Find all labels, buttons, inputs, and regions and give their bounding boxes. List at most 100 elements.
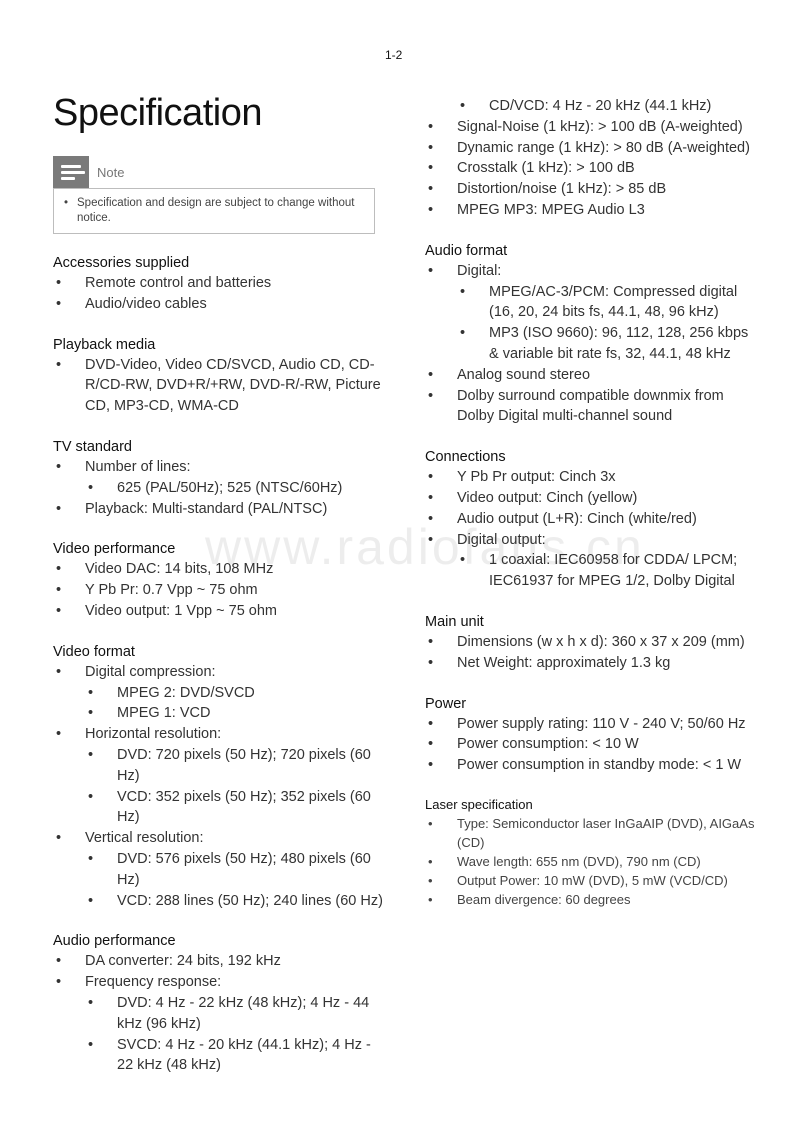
spec-section-audio-performance: Audio performance • DA converter: 24 bits,…: [53, 931, 383, 1076]
bullet: •: [56, 582, 62, 599]
note-box: • Specification and design are subject t…: [53, 188, 375, 234]
bullet: •: [88, 479, 94, 496]
section-title: Power: [425, 695, 467, 712]
section-title: Laser specification: [425, 796, 533, 812]
spec-item-text: Playback: Multi-standard (PAL/NTSC): [85, 500, 328, 517]
spec-item: • Audio/video cables: [53, 294, 383, 315]
bullet: •: [56, 458, 62, 475]
spec-section-connections: Connections • Y Pb Pr output: Cinch 3x • Vid…: [425, 447, 755, 592]
bullet: •: [428, 815, 433, 831]
spec-item-text: Type: Semiconductor laser InGaAIP (DVD),…: [457, 815, 755, 850]
spec-item-text: Digital compression:: [85, 663, 216, 680]
bullet: •: [56, 953, 62, 970]
spec-item: • Digital compression:: [53, 662, 383, 683]
bullet: •: [428, 736, 434, 753]
spec-section-audio-format: Audio format • Digital: • MPEG/AC-3/PCM: Com…: [425, 241, 755, 427]
bullet: •: [56, 830, 62, 847]
spec-item: • Wave length: 655 nm (DVD), 790 nm (CD): [425, 852, 755, 871]
spec-item-text: Video DAC: 14 bits, 108 MHz: [85, 561, 274, 578]
spec-subitem: • 625 (PAL/50Hz); 525 (NTSC/60Hz): [53, 478, 383, 499]
bullet: •: [428, 181, 434, 198]
spec-item: • Video DAC: 14 bits, 108 MHz: [53, 559, 383, 580]
bullet: •: [88, 892, 94, 909]
spec-subitem-text: DVD: 720 pixels (50 Hz); 720 pixels (60 …: [117, 746, 371, 784]
spec-subitem-text: DVD: 4 Hz - 22 kHz (48 kHz); 4 Hz - 44 k…: [117, 994, 370, 1032]
spec-subitem: • VCD: 288 lines (50 Hz); 240 lines (60 H…: [53, 891, 383, 912]
bullet: •: [56, 726, 62, 743]
spec-item: • Vertical resolution:: [53, 828, 383, 849]
spec-item: • DVD-Video, Video CD/SVCD, Audio CD, CD-…: [53, 355, 383, 417]
note-text: Specification and design are subject to …: [77, 197, 355, 224]
bullet: •: [428, 366, 434, 383]
spec-item: • Audio output (L+R): Cinch (white/red): [425, 509, 755, 530]
spec-item-text: Dynamic range (1 kHz): > 80 dB (A-weight…: [457, 139, 750, 156]
spec-item-text: Beam divergence: 60 degrees: [457, 891, 631, 907]
note-label: Note: [97, 164, 125, 180]
bullet: •: [428, 139, 434, 156]
spec-section-accessories-supplied: Accessories supplied • Remote control and …: [53, 253, 383, 315]
bullet: •: [428, 469, 434, 486]
spec-section-video-format: Video format • Digital compression: • MPEG 2…: [53, 642, 383, 912]
spec-item-text: Video output: 1 Vpp ~ 75 ohm: [85, 602, 278, 619]
bullet: •: [428, 118, 434, 135]
spec-subitem-text: MP3 (ISO 9660): 96, 112, 128, 256 kbps &…: [489, 325, 749, 362]
spec-item: • Number of lines:: [53, 457, 383, 478]
bullet: •: [56, 602, 62, 619]
bullet: •: [88, 1036, 94, 1053]
spec-item: • DA converter: 24 bits, 192 kHz: [53, 951, 383, 972]
bullet: •: [88, 850, 94, 867]
spec-item-text: Dolby surround compatible downmix from D…: [457, 387, 724, 425]
section-title: Audio format: [425, 242, 508, 259]
spec-item-text: Analog sound stereo: [457, 366, 591, 383]
spec-item-text: Power supply rating: 110 V - 240 V; 50/6…: [457, 715, 746, 732]
spec-section-tv-standard: TV standard • Number of lines: • 625 (PAL/50…: [53, 437, 383, 519]
spec-item-text: Power consumption: < 10 W: [457, 736, 639, 753]
spec-subitem-text: MPEG/AC-3/PCM: Compressed digital (16, 2…: [489, 283, 738, 321]
spec-item-text: Remote control and batteries: [85, 275, 272, 291]
spec-item: • Beam divergence: 60 degrees: [425, 890, 755, 909]
spec-item: • Type: Semiconductor laser InGaAIP (DVD)…: [425, 814, 755, 852]
spec-subitem-text: VCD: 288 lines (50 Hz); 240 lines (60 Hz…: [117, 892, 383, 909]
spec-item-text: Net Weight: approximately 1.3 kg: [457, 654, 671, 671]
spec-item: • Y Pb Pr output: Cinch 3x: [425, 467, 755, 488]
bullet: •: [428, 853, 433, 869]
spec-item: • Dolby surround compatible downmix from …: [425, 386, 755, 428]
spec-item: • Digital output:: [425, 530, 755, 551]
spec-item: • Signal-Noise (1 kHz): > 100 dB (A-weigh…: [425, 117, 755, 138]
spec-item-text: Y Pb Pr output: Cinch 3x: [457, 469, 616, 486]
bullet: •: [428, 531, 434, 548]
spec-item-text: Output Power: 10 mW (DVD), 5 mW (VCD/CD): [457, 872, 728, 888]
spec-subitem-text: SVCD: 4 Hz - 20 kHz (44.1 kHz); 4 Hz - 2…: [117, 1036, 371, 1074]
bullet: •: [428, 633, 434, 650]
bullet: •: [88, 788, 94, 805]
spec-item-text: Y Pb Pr: 0.7 Vpp ~ 75 ohm: [85, 582, 258, 599]
spec-item: • Video output: 1 Vpp ~ 75 ohm: [53, 601, 383, 622]
spec-subitem: • SVCD: 4 Hz - 20 kHz (44.1 kHz); 4 Hz - …: [53, 1035, 383, 1077]
spec-subitem-text: MPEG 2: DVD/SVCD: [117, 684, 255, 701]
bullet: •: [56, 974, 62, 991]
spec-subitem: • DVD: 576 pixels (50 Hz); 480 pixels (60…: [53, 849, 383, 891]
spec-item: • Power consumption: < 10 W: [425, 734, 755, 755]
page-number: 1-2: [385, 48, 403, 62]
spec-item: • Crosstalk (1 kHz): > 100 dB: [425, 158, 755, 179]
spec-item: • Power consumption in standby mode: < 1 …: [425, 755, 755, 776]
bullet: •: [56, 500, 62, 517]
spec-item: • Distortion/noise (1 kHz): > 85 dB: [425, 179, 755, 200]
spec-subitem-text: MPEG 1: VCD: [117, 705, 211, 722]
bullet: •: [428, 160, 434, 177]
spec-item: • Analog sound stereo: [425, 365, 755, 386]
right-column: • CD/VCD: 4 Hz - 20 kHz (44.1 kHz) • Signal…: [425, 96, 755, 929]
spec-item: • Video output: Cinch (yellow): [425, 488, 755, 509]
section-title: Audio performance: [53, 933, 176, 950]
bullet: •: [64, 197, 69, 209]
bullet: •: [428, 489, 434, 506]
spec-item: • Playback: Multi-standard (PAL/NTSC): [53, 499, 383, 520]
spec-section-playback-media: Playback media • DVD-Video, Video CD/SVCD,…: [53, 335, 383, 417]
spec-subitem-text: 1 coaxial: IEC60958 for CDDA/ LPCM; IEC6…: [489, 552, 738, 590]
spec-item-text: Distortion/noise (1 kHz): > 85 dB: [457, 181, 667, 198]
page-title: Specification: [53, 92, 262, 134]
bullet: •: [460, 552, 466, 569]
section-title: Connections: [425, 449, 506, 466]
spec-subitem: • DVD: 720 pixels (50 Hz); 720 pixels (60…: [53, 745, 383, 787]
bullet: •: [428, 201, 434, 218]
